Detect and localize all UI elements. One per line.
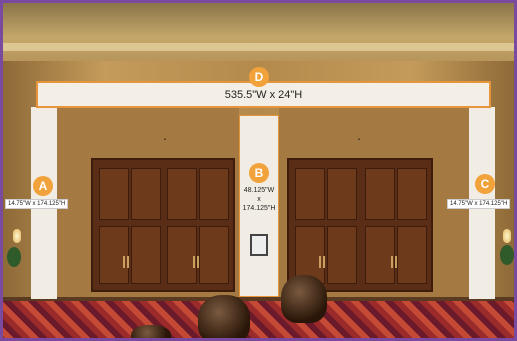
door-panel bbox=[365, 168, 395, 220]
door-panel bbox=[99, 226, 129, 284]
photo-frame: ▲ ▲ 535.5"W x 24"H D B A C 14.75"W x 174… bbox=[0, 0, 517, 341]
label-b-times: x bbox=[257, 196, 261, 203]
header-dimension-label: 535.5"W x 24"H bbox=[224, 89, 303, 101]
label-a: 14.75"W x 174.125"H bbox=[5, 199, 69, 209]
door-handle bbox=[319, 256, 321, 268]
door-handle bbox=[323, 256, 325, 268]
door-panel bbox=[199, 168, 229, 220]
carpet bbox=[3, 301, 514, 338]
label-b-height: 174.125"H bbox=[242, 205, 276, 212]
left-plant bbox=[7, 247, 21, 267]
vase-tall bbox=[281, 275, 327, 323]
vase-small bbox=[131, 325, 171, 338]
door-handle bbox=[193, 256, 195, 268]
door-panel bbox=[99, 168, 129, 220]
left-wall-sign: ▲ bbox=[163, 136, 167, 141]
door-panel bbox=[131, 226, 161, 284]
door-panel bbox=[199, 226, 229, 284]
door-panel bbox=[167, 226, 197, 284]
label-b-width: 48.125"W bbox=[243, 187, 275, 194]
door-panel bbox=[397, 226, 427, 284]
door-panel bbox=[167, 168, 197, 220]
vase-large bbox=[198, 295, 250, 338]
door-handle bbox=[391, 256, 393, 268]
left-wall-sconce bbox=[13, 229, 21, 243]
door-panel bbox=[397, 168, 427, 220]
door-handle bbox=[395, 256, 397, 268]
wall-display-screen bbox=[250, 234, 268, 256]
door-panel bbox=[327, 226, 357, 284]
door-panel bbox=[295, 168, 325, 220]
door-panel bbox=[365, 226, 395, 284]
right-wall-sconce bbox=[503, 229, 511, 243]
door-handle bbox=[127, 256, 129, 268]
door-handle bbox=[197, 256, 199, 268]
label-c: 14.75"W x 174.125"H bbox=[447, 199, 511, 209]
badge-b: B bbox=[249, 163, 269, 183]
door-panel bbox=[131, 168, 161, 220]
label-b: 48.125"W x 174.125"H bbox=[240, 186, 278, 213]
right-plant bbox=[500, 245, 514, 265]
door-handle bbox=[123, 256, 125, 268]
badge-c: C bbox=[475, 174, 495, 194]
ceiling bbox=[3, 3, 514, 61]
right-wall-sign: ▲ bbox=[357, 136, 361, 141]
badge-a: A bbox=[33, 176, 53, 196]
badge-d: D bbox=[249, 67, 269, 87]
left-double-door bbox=[91, 158, 235, 292]
door-panel bbox=[327, 168, 357, 220]
right-double-door bbox=[287, 158, 433, 292]
ceiling-band bbox=[3, 43, 514, 51]
